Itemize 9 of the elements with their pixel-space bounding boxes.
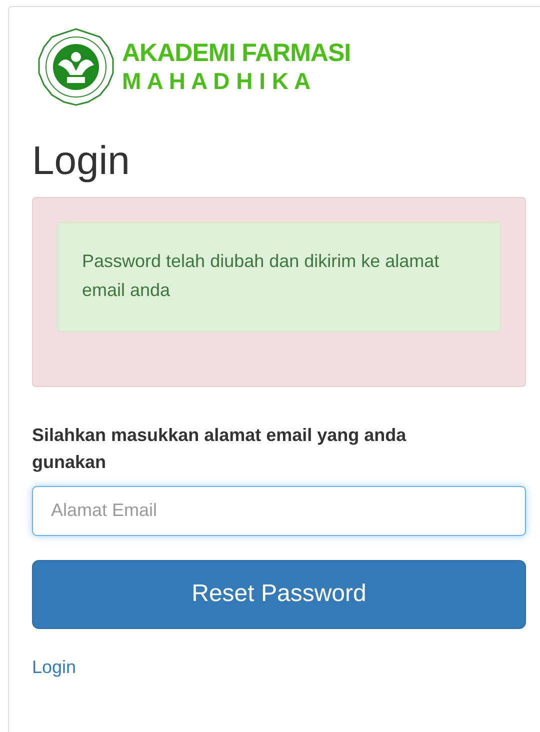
reset-password-button[interactable]: Reset Password [32,560,526,629]
brand-name: AKADEMI FARMASI [122,41,351,66]
page-title: Login [32,139,131,183]
email-label: Silahkan masukkan alamat email yang anda gunakan [32,424,408,474]
emblem-logo-icon [36,27,116,107]
brand-subname: M A H A D H I K A [122,70,312,93]
login-link[interactable]: Login [32,656,76,678]
success-alert: Password telah diubah dan dikirim ke alamat email anda [57,222,501,332]
email-input-field[interactable]: Alamat Email [32,486,526,536]
